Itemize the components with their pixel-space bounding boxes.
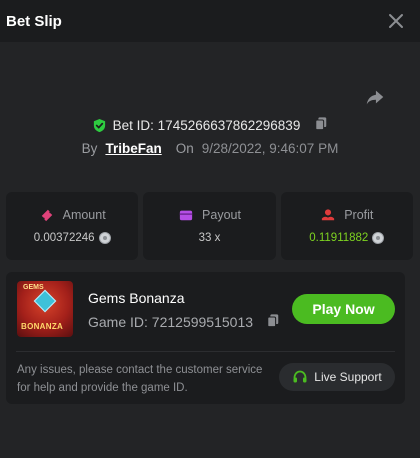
bet-slip-panel: Bet ID: 1745266637862296839 By TribeFan … (0, 42, 420, 458)
profit-header: Profit (320, 208, 373, 222)
support-note: Any issues, please contact the customer … (17, 364, 263, 394)
play-now-button[interactable]: Play Now (292, 294, 395, 324)
profit-value-row: 0.11911882 (309, 232, 385, 244)
thumbnail-logo-top: GEMS (23, 284, 44, 291)
copy-icon (315, 117, 327, 131)
payout-stat: Payout 33 x (143, 192, 276, 260)
shield-check-icon (93, 118, 105, 132)
amount-value: 0.00372246 (33, 232, 95, 244)
copy-game-id-button[interactable] (266, 313, 280, 333)
share-icon (366, 90, 384, 105)
bet-id-row: Bet ID: 1745266637862296839 (0, 116, 420, 134)
bet-author-row: By TribeFan On 9/28/2022, 9:46:07 PM (0, 141, 420, 156)
live-support-button[interactable]: Live Support (279, 363, 395, 391)
thumbnail-logo-bottom: BONANZA (21, 322, 64, 331)
profit-stat: Profit 0.11911882 (280, 192, 413, 260)
by-label: By (81, 141, 98, 156)
payout-value: 33 x (198, 232, 221, 244)
copy-bet-id-button[interactable] (314, 116, 328, 134)
game-thumbnail[interactable]: GEMS BONANZA (17, 281, 73, 337)
wallet-icon (179, 210, 193, 221)
bet-id: Bet ID: 1745266637862296839 (112, 117, 301, 133)
coin-icon (372, 232, 385, 244)
payout-label: Payout (202, 208, 241, 222)
amount-stat: Amount 0.00372246 (6, 192, 139, 260)
bet-stats: Amount 0.00372246 Payout 33 x Profit 0.1… (6, 192, 413, 260)
page-title: Bet Slip (6, 12, 62, 30)
bet-slip-header: Bet Slip (0, 0, 420, 42)
profit-value: 0.11911882 (309, 232, 369, 244)
profit-label: Profit (344, 208, 374, 222)
ticket-icon (41, 209, 52, 222)
bet-datetime: 9/28/2022, 9:46:07 PM (201, 141, 339, 156)
coin-icon (98, 232, 111, 244)
user-link[interactable]: TribeFan (105, 141, 161, 156)
game-name[interactable]: Gems Bonanza (88, 290, 185, 306)
live-support-label: Live Support (314, 370, 382, 384)
divider (16, 351, 395, 352)
close-button[interactable] (388, 13, 404, 29)
amount-label: Amount (62, 208, 106, 222)
amount-header: Amount (39, 208, 106, 222)
gem-icon (33, 289, 57, 313)
profit-icon (322, 209, 335, 221)
payout-value-row: 33 x (199, 232, 221, 244)
copy-icon (267, 314, 279, 328)
share-button[interactable] (364, 86, 386, 108)
on-label: On (175, 141, 194, 156)
headset-icon (293, 370, 307, 383)
game-id: Game ID: 7212599515013 (88, 314, 254, 330)
close-icon (389, 14, 403, 28)
game-card: GEMS BONANZA Gems Bonanza Game ID: 72125… (6, 272, 405, 404)
amount-value-row: 0.00372246 (34, 232, 111, 244)
payout-header: Payout (178, 208, 241, 222)
